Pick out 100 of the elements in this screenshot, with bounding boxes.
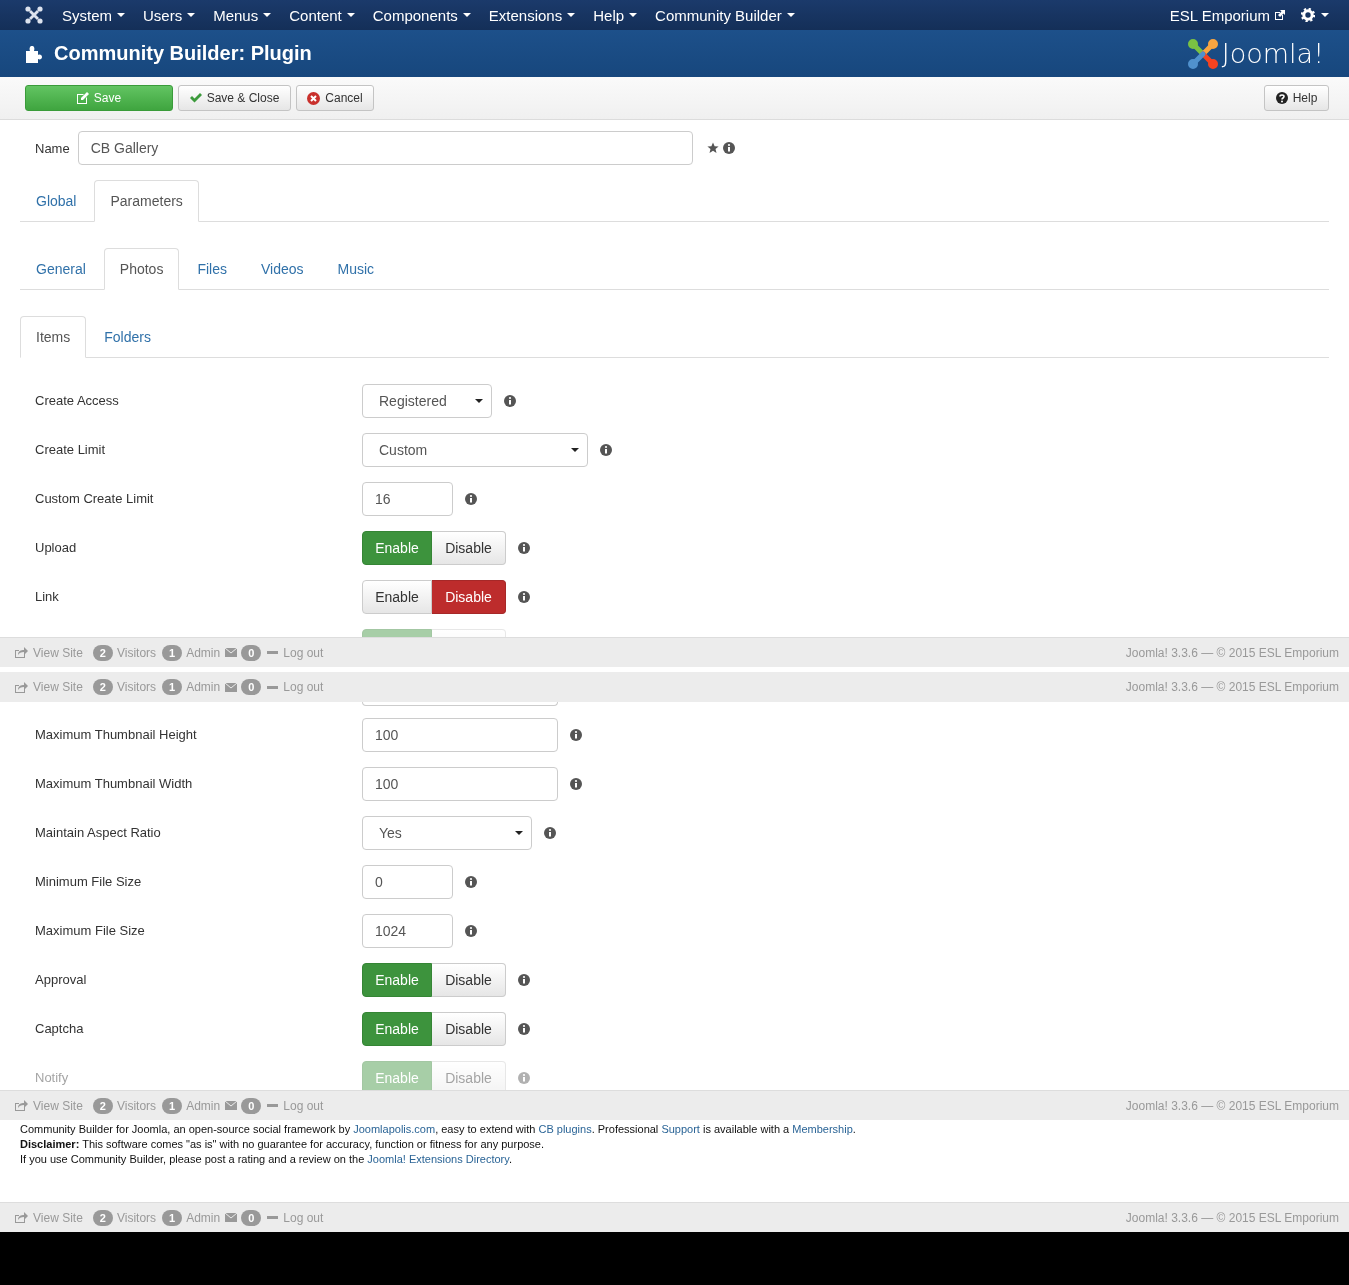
- check-icon: [189, 93, 202, 103]
- info-icon: [544, 826, 556, 839]
- visitor-count-badge: 2: [92, 644, 113, 661]
- share-icon: [15, 1100, 28, 1111]
- enable-button[interactable]: Enable: [362, 1011, 432, 1046]
- version-text: Joomla! 3.3.6 — © 2015 ESL Emporium: [1125, 680, 1339, 694]
- link[interactable]: CB plugins: [538, 1123, 592, 1135]
- caret-icon: [346, 13, 355, 17]
- disable-button[interactable]: Disable: [432, 962, 506, 997]
- minus-icon: [267, 651, 279, 654]
- cancel-button[interactable]: Cancel: [296, 85, 374, 111]
- info-icon: [518, 1022, 530, 1035]
- logo-icon: [25, 6, 43, 24]
- site-link[interactable]: ESL Emporium: [1169, 6, 1285, 24]
- puzzle-icon: [24, 43, 44, 64]
- info-icon: [570, 777, 582, 790]
- menu-item[interactable]: Community Builder: [646, 6, 804, 24]
- logo-icon: [1187, 38, 1218, 69]
- info-icon: [504, 394, 516, 407]
- name-field[interactable]: CB Gallery: [77, 131, 693, 165]
- message-count-badge: 0: [241, 1209, 262, 1226]
- tab[interactable]: General: [20, 248, 102, 290]
- info-icon: [465, 875, 477, 888]
- help-button[interactable]: Help: [1264, 85, 1329, 111]
- share-icon: [15, 681, 28, 693]
- visitors-label: Visitors: [116, 645, 157, 660]
- tab[interactable]: Parameters: [94, 180, 199, 222]
- cancel-icon: [307, 91, 321, 105]
- field-label: Link: [34, 589, 60, 604]
- share-icon: [15, 647, 28, 658]
- admin-count-badge: 1: [162, 679, 183, 695]
- field-label: Create Access: [34, 393, 120, 408]
- tab[interactable]: Global: [20, 180, 93, 222]
- input-field[interactable]: 1024: [362, 913, 453, 948]
- link[interactable]: Joomla! Extensions Directory: [367, 1153, 509, 1165]
- disable-button[interactable]: Disable: [432, 579, 506, 614]
- enable-button[interactable]: Enable: [362, 530, 432, 565]
- caret-icon: [462, 13, 471, 17]
- field-label: Captcha: [34, 1021, 85, 1036]
- input-field[interactable]: 16: [362, 481, 453, 516]
- menu-item[interactable]: Components: [363, 6, 480, 24]
- menu-item[interactable]: Help: [584, 6, 647, 24]
- save-close-button[interactable]: Save & Close: [178, 85, 291, 111]
- caret-icon: [187, 13, 196, 17]
- field-label: Maintain Aspect Ratio: [34, 825, 162, 840]
- admin-label: Admin: [186, 645, 221, 660]
- logo-text: Joomla!: [1221, 38, 1324, 69]
- info-icon: [465, 924, 477, 937]
- menu-item[interactable]: Users: [134, 6, 205, 24]
- link[interactable]: Membership: [792, 1123, 853, 1135]
- dropdown[interactable]: Registered: [362, 383, 492, 418]
- footer-text: If you use Community Builder, please post a rating and a review on the Joomla! Extensions Directory.: [20, 1152, 513, 1167]
- envelope-icon: [225, 1101, 238, 1110]
- share-icon: [15, 1212, 28, 1223]
- menu-item[interactable]: Extensions: [479, 6, 585, 24]
- field-label: Upload: [34, 540, 78, 555]
- input-field[interactable]: 0: [362, 864, 453, 899]
- info-icon: [518, 541, 530, 554]
- settings-menu[interactable]: [1301, 8, 1329, 22]
- page-title: Community Builder: Plugin: [54, 42, 312, 65]
- tab[interactable]: Items: [20, 316, 87, 358]
- dropdown[interactable]: Yes: [362, 815, 532, 850]
- tab[interactable]: Videos: [244, 248, 320, 290]
- admin-count-badge: 1: [162, 1209, 183, 1226]
- info-icon: [600, 443, 612, 456]
- enable-button[interactable]: Enable: [362, 579, 432, 614]
- field-label: Create Limit: [34, 442, 107, 457]
- tab[interactable]: Photos: [103, 248, 180, 290]
- input-field[interactable]: 100: [362, 717, 558, 752]
- envelope-icon: [225, 1213, 238, 1222]
- external-link-icon: [1274, 9, 1285, 21]
- info-icon: [518, 973, 530, 986]
- caret-icon: [571, 447, 579, 452]
- caret-icon: [629, 13, 638, 17]
- field-label: Minimum File Size: [34, 874, 143, 889]
- enable-button[interactable]: Enable: [362, 962, 432, 997]
- version-text: Joomla! 3.3.6 — © 2015 ESL Emporium: [1125, 1210, 1339, 1225]
- menu-item[interactable]: System: [53, 6, 134, 24]
- info-icon: [518, 1071, 530, 1084]
- visitor-count-badge: 2: [92, 1097, 113, 1114]
- tab[interactable]: Music: [321, 248, 391, 290]
- caret-icon: [786, 13, 795, 17]
- field-label: Approval: [34, 972, 88, 987]
- link[interactable]: Support: [661, 1123, 700, 1135]
- visitors-label: Visitors: [116, 1210, 157, 1225]
- caret-icon: [117, 13, 125, 17]
- disable-button[interactable]: Disable: [432, 530, 506, 565]
- menu-item[interactable]: Content: [280, 6, 364, 24]
- message-count-badge: 0: [241, 644, 262, 661]
- disable-button[interactable]: Disable: [432, 1011, 506, 1046]
- admin-label: Admin: [186, 1098, 221, 1113]
- tab[interactable]: Folders: [88, 316, 167, 358]
- menu-item[interactable]: Menus: [204, 6, 281, 24]
- tab[interactable]: Files: [181, 248, 243, 290]
- input-field[interactable]: 100: [362, 766, 558, 801]
- field-label: Notify: [34, 1070, 70, 1085]
- dropdown[interactable]: Custom: [362, 432, 588, 467]
- info-icon: [722, 142, 735, 154]
- caret-icon: [1321, 13, 1329, 17]
- envelope-icon: [225, 682, 238, 692]
